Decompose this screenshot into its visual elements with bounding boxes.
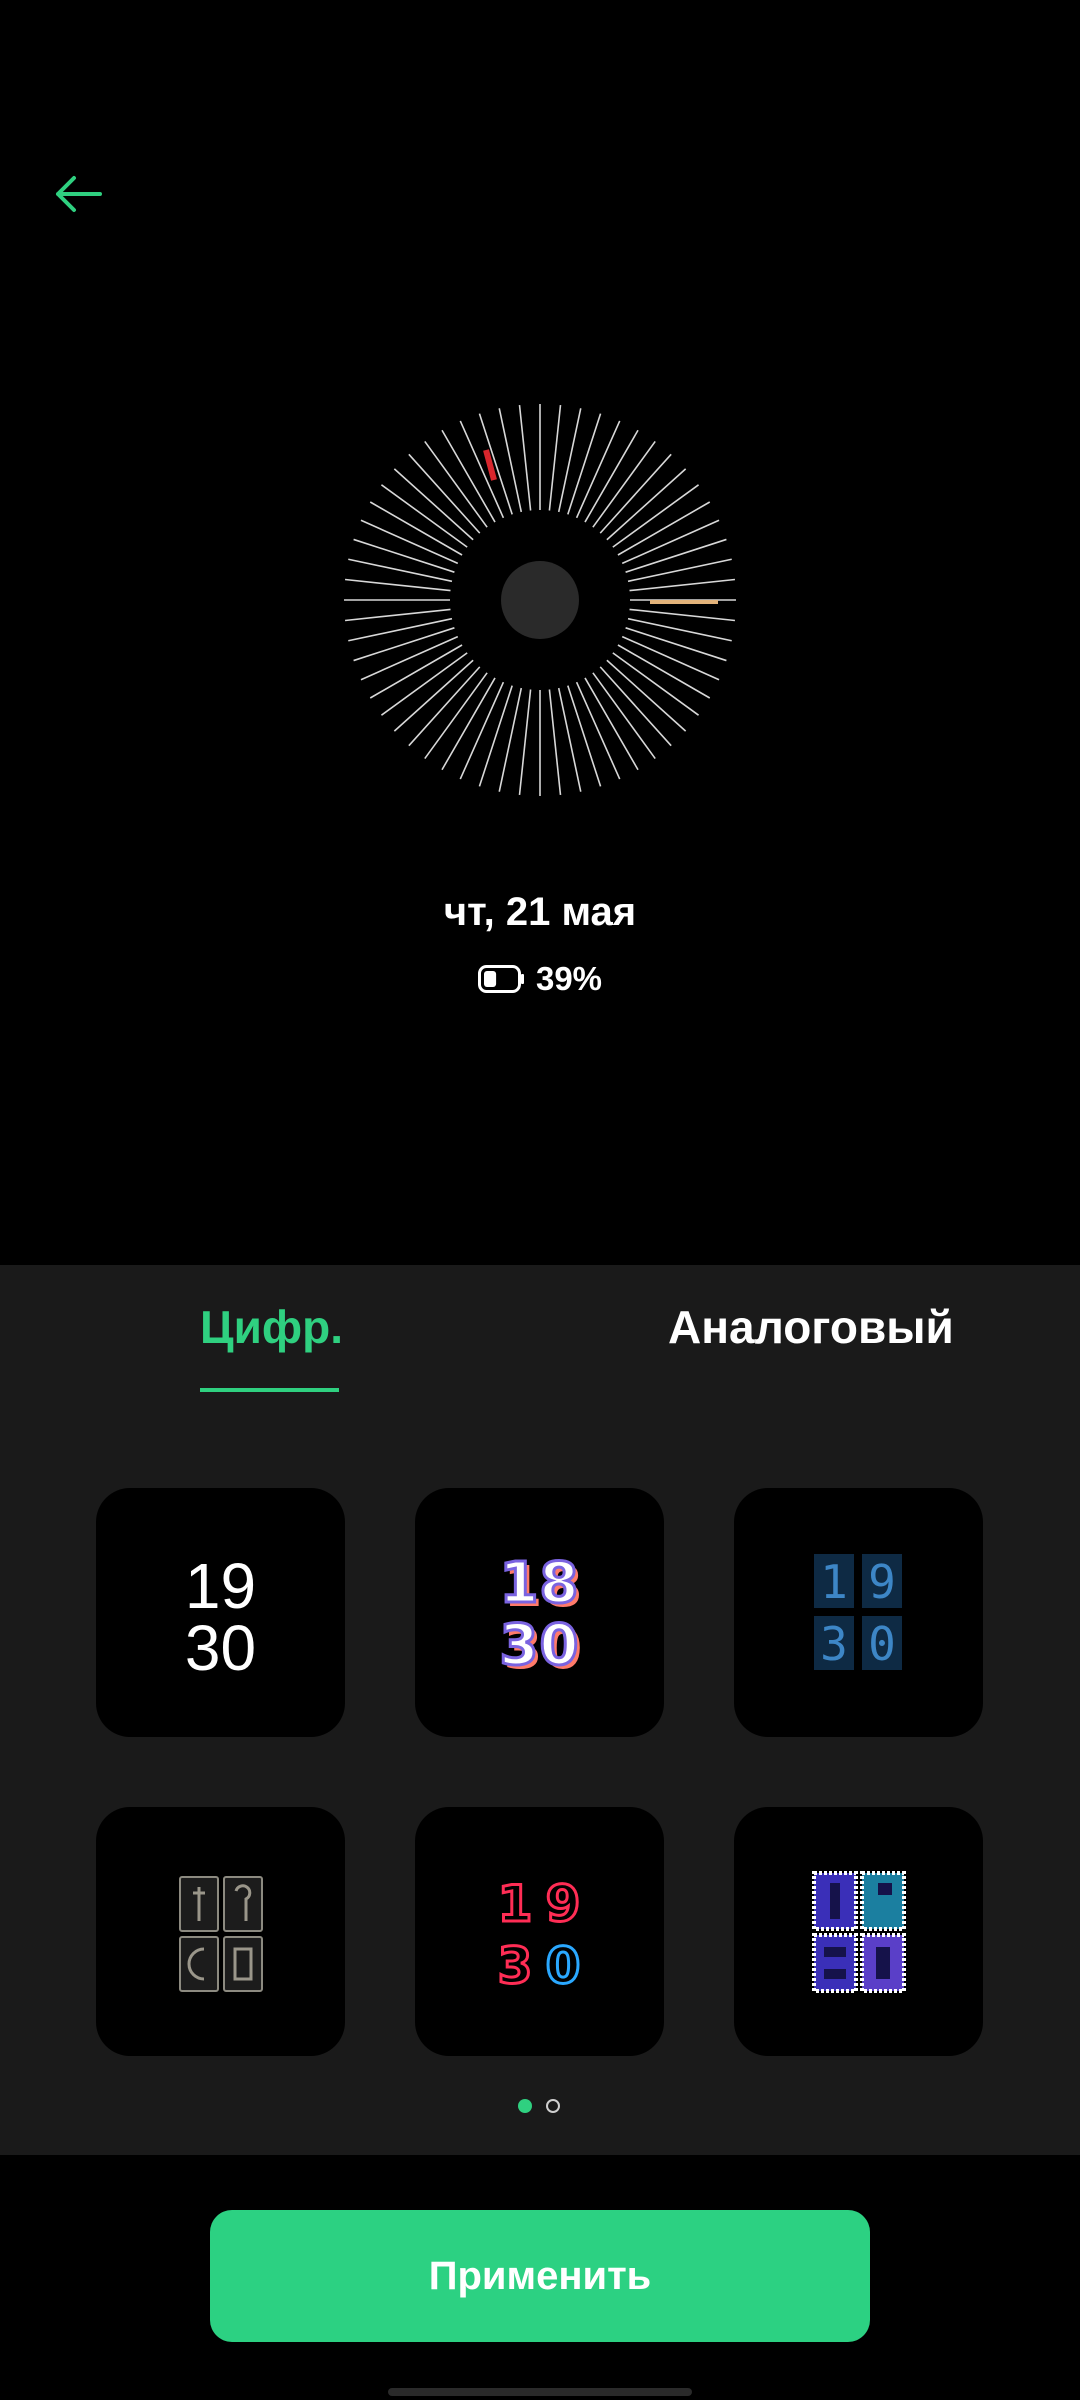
tab-digital[interactable]: Цифр.	[200, 1300, 343, 1354]
clock-tick	[518, 689, 532, 796]
svg-text:0: 0	[540, 1613, 579, 1678]
clock-tick	[606, 659, 687, 732]
arrow-left-icon	[56, 176, 102, 212]
clock-tick	[548, 689, 562, 796]
apply-button[interactable]: Применить	[210, 2210, 870, 2342]
style-tile-pixel-blue[interactable]: 1 9 3 0	[734, 1488, 983, 1737]
clock-tick	[344, 608, 451, 622]
style-tile-isometric[interactable]: 1 1 8 8 3 3 0 0	[415, 1488, 664, 1737]
svg-text:9: 9	[546, 1875, 581, 1933]
tile-hour: 19	[184, 1550, 257, 1622]
style-tile-minimal[interactable]: 19 30	[96, 1488, 345, 1737]
clock-tick	[606, 468, 687, 541]
page-indicator-2[interactable]	[546, 2099, 560, 2113]
clock-tick	[548, 404, 562, 511]
clock-tick	[557, 408, 582, 513]
battery-icon	[477, 965, 524, 993]
svg-text:3: 3	[500, 1613, 539, 1678]
clock-tick	[627, 558, 732, 583]
clock-tick	[557, 687, 582, 792]
pixel-digits-icon: 1 9 3 0	[814, 1554, 902, 1671]
clock-tick	[498, 687, 523, 792]
isometric-digits-icon: 1 1 8 8 3 3 0 0	[498, 1550, 582, 1683]
clock-preview	[344, 404, 736, 796]
style-tile-neon[interactable]: 1 9 3 0	[415, 1807, 664, 2056]
clock-tick	[348, 617, 453, 642]
neon-digits-icon: 1 9 3 0	[496, 1874, 582, 1997]
clock-tick	[393, 468, 474, 541]
style-tile-tarot[interactable]	[96, 1807, 345, 2056]
clock-tick	[599, 666, 672, 747]
clock-tick	[629, 608, 736, 622]
clock-tick	[408, 453, 481, 534]
svg-text:1: 1	[820, 1555, 848, 1609]
page-indicator-1[interactable]	[518, 2099, 532, 2113]
clock-tick	[344, 578, 451, 592]
battery-percent: 39%	[535, 960, 603, 997]
stamp-digits-icon	[812, 1871, 906, 1993]
svg-text:0: 0	[868, 1617, 896, 1671]
tile-minute: 30	[184, 1612, 257, 1684]
svg-text:1: 1	[498, 1875, 533, 1933]
svg-text:9: 9	[868, 1555, 896, 1609]
svg-text:1: 1	[500, 1551, 539, 1616]
home-indicator[interactable]	[388, 2388, 692, 2396]
back-button[interactable]	[52, 168, 104, 220]
tab-analog[interactable]: Аналоговый	[668, 1300, 954, 1354]
clock-tick	[348, 558, 453, 583]
svg-text:3: 3	[498, 1937, 533, 1995]
svg-text:3: 3	[820, 1617, 848, 1671]
clock-tick	[599, 453, 672, 534]
clock-tick	[498, 408, 523, 513]
tarot-cards-icon	[179, 1876, 263, 1992]
style-tile-stamp[interactable]	[734, 1807, 983, 2056]
svg-text:0: 0	[546, 1937, 581, 1995]
date-label: чт, 21 мая	[443, 890, 637, 934]
clock-center	[501, 561, 579, 639]
clock-tick	[627, 617, 732, 642]
tab-indicator	[200, 1388, 339, 1392]
clock-tick	[393, 659, 474, 732]
svg-text:8: 8	[540, 1551, 579, 1616]
clock-tick	[518, 404, 532, 511]
battery-status: 39%	[0, 960, 1080, 998]
clock-tick	[408, 666, 481, 747]
clock-tick	[629, 578, 736, 592]
